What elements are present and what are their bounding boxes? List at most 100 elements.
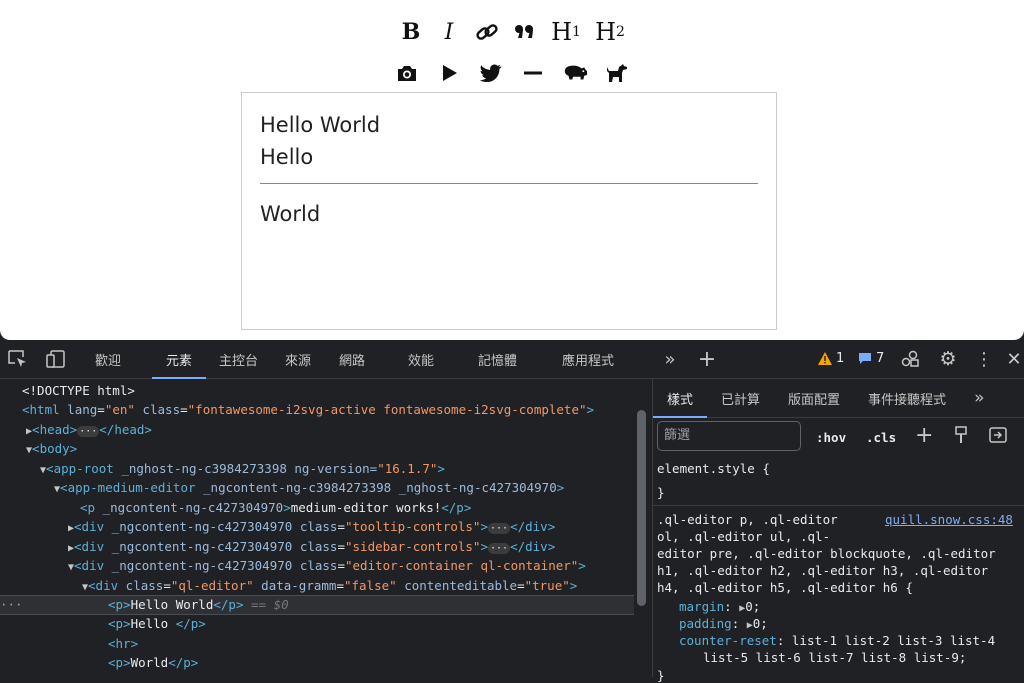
doctype-line[interactable]: <!DOCTYPE html> <box>22 381 135 401</box>
p-works-text: medium-editor works! <box>290 500 442 515</box>
more-panes-icon[interactable]: » <box>960 379 998 417</box>
heading-2-sub: 2 <box>616 24 625 40</box>
rule-selector-line-3[interactable]: editor pre, .ql-editor blockquote, .ql-e… <box>657 546 996 561</box>
tab-event-listeners[interactable]: 事件接聽程式 <box>854 379 960 417</box>
app-medium-editor-node[interactable]: ▼<app-medium-editor _ngcontent-ng-c39842… <box>54 478 564 498</box>
element-style-selector[interactable]: element.style { <box>657 461 770 476</box>
customize-icon[interactable] <box>900 349 920 369</box>
padding-value: 0; <box>752 616 768 631</box>
twitter-button[interactable] <box>478 60 504 86</box>
ql-ce-value: "true" <box>524 578 570 593</box>
image-button[interactable] <box>394 60 420 86</box>
tab-performance[interactable]: 效能 <box>408 340 434 378</box>
editor-container[interactable]: Hello World Hello World <box>241 92 777 330</box>
dom-tree[interactable]: <!DOCTYPE html> <html lang="en" class="f… <box>0 379 634 677</box>
hov-button[interactable]: :hov <box>816 430 846 445</box>
italic-button[interactable]: I <box>436 19 462 45</box>
element-style-close: } <box>657 485 665 500</box>
app-root-attrs: _nghost-ng-c3984273398 ng-version= <box>121 461 378 476</box>
app-root-node[interactable]: ▼<app-root _nghost-ng-c3984273398 ng-ver… <box>40 459 445 479</box>
margin-declaration[interactable]: margin: ▶0; <box>679 599 760 614</box>
close-devtools-icon[interactable]: ✕ <box>1004 349 1024 370</box>
hippo-button[interactable] <box>562 60 588 86</box>
dom-scrollbar[interactable] <box>637 410 646 606</box>
bold-button[interactable]: B <box>398 19 424 45</box>
tab-welcome[interactable]: 歡迎 <box>95 340 121 378</box>
device-toolbar-icon[interactable] <box>46 349 66 369</box>
heading-1-sub: 1 <box>572 24 581 40</box>
counter-value-1: list-1 list-2 list-3 list-4 <box>791 633 996 648</box>
messages-badge[interactable]: 7 <box>858 351 884 366</box>
divider-button[interactable] <box>520 60 546 86</box>
hr-node[interactable]: <hr> <box>108 634 138 654</box>
sidebar-div-attr: _ngcontent-ng-c427304970 <box>111 539 293 554</box>
rule-selector-line-4[interactable]: h1, .ql-editor h2, .ql-editor h3, .ql-ed… <box>657 563 988 578</box>
rule-selector-line-5[interactable]: h4, .ql-editor h5, .ql-editor h6 { <box>657 580 913 595</box>
warning-icon <box>818 352 832 365</box>
toggle-sidebar-icon[interactable] <box>989 427 1007 447</box>
more-options-icon[interactable]: ⋮ <box>974 349 994 370</box>
cls-button[interactable]: .cls <box>866 430 896 445</box>
p2-text: Hello <box>130 616 176 631</box>
padding-declaration[interactable]: padding: ▶0; <box>679 616 768 631</box>
heading-2-button[interactable]: H2 <box>594 18 626 46</box>
body-node[interactable]: ▼<body> <box>26 439 77 459</box>
tab-computed[interactable]: 已計算 <box>707 379 774 417</box>
ql-gramm-value: "false" <box>343 578 397 593</box>
counter-reset-declaration[interactable]: counter-reset: list-1 list-2 list-3 list… <box>679 633 995 648</box>
sidebar-div-node[interactable]: ▶<div _ngcontent-ng-c427304970 class="si… <box>68 537 555 557</box>
stylesheet-source-link[interactable]: quill.snow.css:48 <box>885 512 1013 527</box>
editor-paragraph-3[interactable]: World <box>260 198 758 230</box>
editor-paragraph-2[interactable]: Hello <box>260 141 758 173</box>
tab-memory[interactable]: 記憶體 <box>478 340 517 378</box>
editor-paragraph-1[interactable]: Hello World <box>260 109 758 141</box>
messages-count: 7 <box>876 351 885 366</box>
add-tab-icon[interactable]: + <box>697 347 717 372</box>
p1-text: Hello World <box>130 597 214 612</box>
video-button[interactable] <box>436 60 462 86</box>
new-style-rule-icon[interactable]: + <box>915 423 933 448</box>
page-viewport: B I H1 H2 Hello World Hello World <box>0 0 1024 340</box>
tab-styles[interactable]: 樣式 <box>653 379 708 418</box>
link-button[interactable] <box>474 19 500 45</box>
quote-button[interactable] <box>512 19 538 45</box>
dog-button[interactable] <box>604 60 630 86</box>
more-tabs-icon[interactable]: » <box>660 349 680 370</box>
rule-selector-line-2[interactable]: ol, .ql-editor ul, .ql- <box>657 529 830 544</box>
tab-console[interactable]: 主控台 <box>219 340 258 378</box>
node-ellipsis-icon[interactable]: ··· <box>0 595 23 615</box>
tab-layout[interactable]: 版面配置 <box>774 379 854 417</box>
paint-brush-icon[interactable] <box>954 426 968 448</box>
counter-reset-continued: list-5 list-6 list-7 list-8 list-9; <box>703 650 967 665</box>
hippo-icon <box>564 65 588 80</box>
heading-1-button[interactable]: H1 <box>550 18 582 46</box>
ql-editor-node[interactable]: ▼<div class="ql-editor" data-gramm="fals… <box>82 576 577 596</box>
settings-gear-icon[interactable]: ⚙ <box>938 348 958 370</box>
rule-selector-line-1[interactable]: .ql-editor p, .ql-editor <box>657 512 838 527</box>
margin-prop: margin <box>679 599 725 614</box>
play-icon <box>443 65 457 81</box>
warnings-badge[interactable]: 1 <box>818 351 844 366</box>
inspect-element-icon[interactable] <box>8 349 28 369</box>
insert-toolbar <box>0 60 1024 86</box>
tooltip-div-node[interactable]: ▶<div _ngcontent-ng-c427304970 class="to… <box>68 517 555 537</box>
container-div-node[interactable]: ▼<div _ngcontent-ng-c427304970 class="ed… <box>68 556 586 576</box>
head-node[interactable]: ▶<head> ··· </head> <box>26 420 152 440</box>
html-class-value: fontawesome-i2svg-active fontawesome-i2s… <box>195 402 579 417</box>
tab-network[interactable]: 網路 <box>339 340 365 378</box>
p-world-node[interactable]: <p>World</p> <box>108 653 198 673</box>
heading-2-label: H <box>595 18 616 46</box>
app-medium-tag: app-medium-editor <box>67 480 196 495</box>
p-works-node[interactable]: <p _ngcontent-ng-c427304970>medium-edito… <box>80 498 471 518</box>
p-hello-node[interactable]: <p>Hello </p> <box>108 614 206 634</box>
p-hello-world-node[interactable]: <p>Hello World</p> == $0 <box>108 595 289 615</box>
styles-filter-input[interactable]: 篩選 <box>657 421 801 451</box>
rule-separator <box>653 505 1024 506</box>
app-root-version: "16.1.7" <box>377 461 438 476</box>
tab-sources[interactable]: 來源 <box>285 340 311 378</box>
ql-editor[interactable]: Hello World Hello World <box>242 93 776 246</box>
styles-tabbar: 樣式 已計算 版面配置 事件接聽程式 » <box>653 379 1024 418</box>
html-node[interactable]: <html lang="en" class="fontawesome-i2svg… <box>22 400 594 420</box>
tab-application[interactable]: 應用程式 <box>562 340 614 378</box>
tab-elements[interactable]: 元素 <box>151 340 207 379</box>
